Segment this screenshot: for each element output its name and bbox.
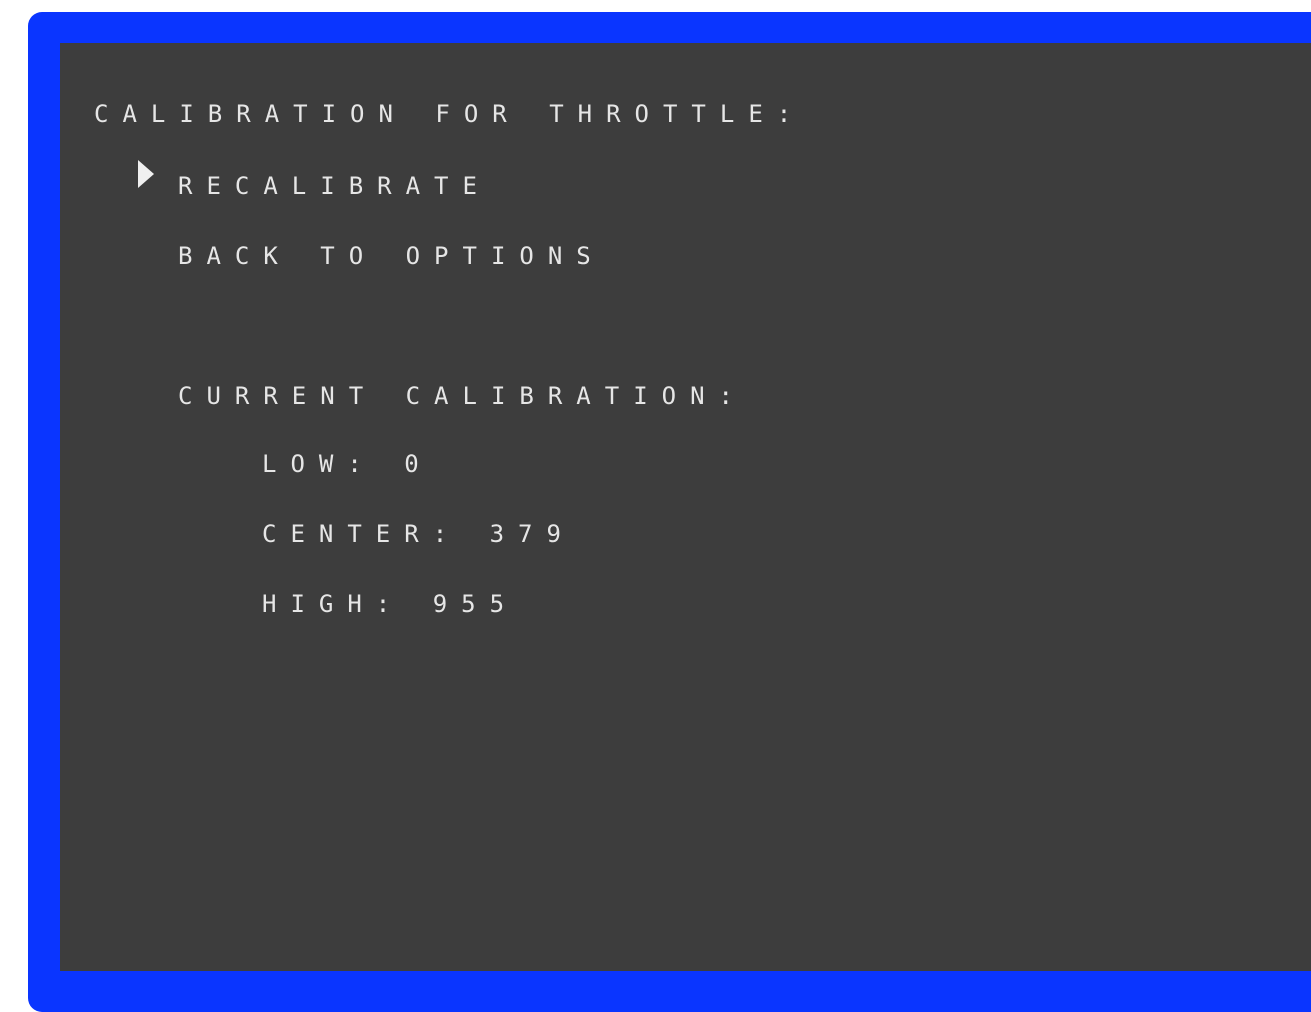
page-title: Calibration for Throttle:: [94, 100, 806, 128]
center-label: Center:: [262, 520, 462, 548]
center-row: Center: 379: [262, 522, 575, 546]
triangle-pointer-icon: [138, 160, 154, 188]
center-value: 379: [489, 520, 575, 548]
low-label: Low:: [262, 450, 376, 478]
current-calibration-heading: Current Calibration:: [178, 382, 747, 410]
low-row: Low: 0: [262, 452, 433, 476]
recalibrate-option[interactable]: Recalibrate: [178, 174, 491, 198]
low-value: 0: [404, 450, 433, 478]
back-to-options-option[interactable]: Back to Options: [178, 244, 605, 268]
high-value: 955: [432, 590, 519, 618]
high-label: High:: [262, 590, 405, 618]
high-row: High: 955: [262, 592, 518, 616]
